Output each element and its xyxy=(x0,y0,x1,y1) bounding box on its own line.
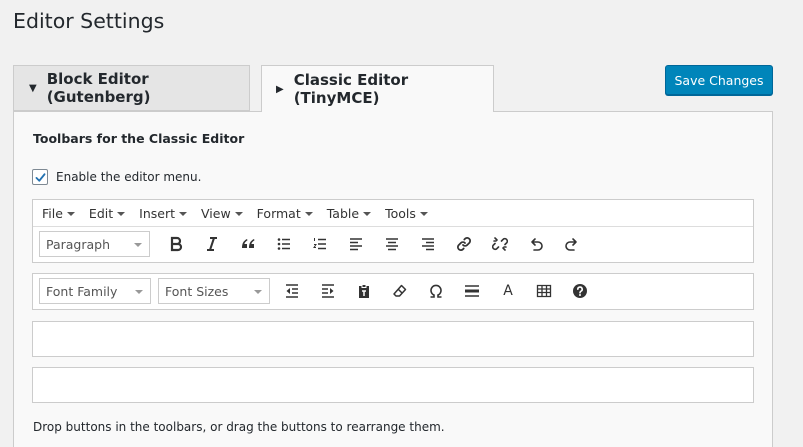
caret-down-icon: ▼ xyxy=(29,82,37,94)
tab-classic-editor[interactable]: ▶ Classic Editor (TinyMCE) xyxy=(261,65,494,112)
help-icon xyxy=(573,284,587,298)
toolbar-1: Paragraph xyxy=(39,231,590,257)
align-left-icon xyxy=(350,238,362,251)
menu-label: Tools xyxy=(385,206,416,221)
menu-view[interactable]: View xyxy=(201,206,243,221)
menu-insert[interactable]: Insert xyxy=(139,206,187,221)
caret-down-icon xyxy=(234,211,243,216)
paste-text-icon xyxy=(359,284,369,298)
help-button[interactable] xyxy=(562,278,598,304)
caret-down-icon xyxy=(419,211,428,216)
bullet-list-icon xyxy=(277,238,290,250)
undo-icon xyxy=(531,238,543,251)
caret-down-icon xyxy=(179,211,187,216)
align-center-icon xyxy=(386,238,398,251)
menu-label: View xyxy=(201,206,231,221)
horizontal-line-icon xyxy=(465,285,479,297)
menubar-toolbar1-box: File Edit Insert View Format Table Tools… xyxy=(32,199,754,263)
tab-label: Classic Editor (TinyMCE) xyxy=(293,71,409,107)
outdent-button[interactable] xyxy=(274,278,310,304)
align-left-button[interactable] xyxy=(338,231,374,257)
caret-down-icon xyxy=(254,290,262,294)
indent-button[interactable] xyxy=(310,278,346,304)
toolbar3-dropzone[interactable] xyxy=(32,321,754,357)
toolbar-2: Font Family Font Sizes A xyxy=(39,278,598,304)
caret-down-icon xyxy=(134,243,142,247)
redo-icon xyxy=(565,238,577,251)
menu-label: Edit xyxy=(88,206,114,221)
outdent-icon xyxy=(286,284,298,298)
select-value: Font Sizes xyxy=(165,283,229,299)
checkmark-icon xyxy=(35,172,45,182)
text-color-icon: A xyxy=(503,283,513,299)
divider xyxy=(33,226,753,227)
align-right-icon xyxy=(422,238,434,251)
link-button[interactable] xyxy=(446,231,482,257)
menu-format[interactable]: Format xyxy=(257,206,313,221)
caret-down-icon xyxy=(117,211,126,216)
menu-table[interactable]: Table xyxy=(326,206,372,221)
menu-label: Insert xyxy=(139,206,175,221)
menu-edit[interactable]: Edit xyxy=(88,206,126,221)
indent-icon xyxy=(322,284,334,298)
caret-down-icon xyxy=(304,211,313,216)
caret-right-icon: ▶ xyxy=(276,83,284,95)
menu-label: File xyxy=(42,206,63,221)
redo-button[interactable] xyxy=(554,231,590,257)
tab-block-editor[interactable]: ▼ Block Editor (Gutenberg) xyxy=(13,65,250,111)
blockquote-button[interactable] xyxy=(230,231,266,257)
toolbar2-box: Font Family Font Sizes A xyxy=(32,273,754,310)
italic-button[interactable] xyxy=(194,231,230,257)
blockquote-icon xyxy=(242,239,255,248)
tab-label: Block Editor (Gutenberg) xyxy=(46,70,151,106)
toolbar4-dropzone[interactable] xyxy=(32,367,754,403)
caret-down-icon xyxy=(66,211,75,216)
enable-menu-checkbox[interactable] xyxy=(32,169,48,185)
align-right-button[interactable] xyxy=(410,231,446,257)
enable-menu-label: Enable the editor menu. xyxy=(56,170,202,184)
caret-down-icon xyxy=(135,290,143,294)
page-title: Editor Settings xyxy=(13,9,165,33)
unlink-button[interactable] xyxy=(482,231,518,257)
text-color-button[interactable]: A xyxy=(490,278,526,304)
caret-down-icon xyxy=(363,211,372,216)
select-value: Paragraph xyxy=(46,236,111,252)
align-center-button[interactable] xyxy=(374,231,410,257)
table-button[interactable] xyxy=(526,278,562,304)
menu-tools[interactable]: Tools xyxy=(385,206,428,221)
bold-button[interactable] xyxy=(158,231,194,257)
numbered-list-button[interactable] xyxy=(302,231,338,257)
link-icon xyxy=(457,237,471,251)
paste-text-button[interactable] xyxy=(346,278,382,304)
bullet-list-button[interactable] xyxy=(266,231,302,257)
numbered-list-icon xyxy=(313,238,326,250)
bold-icon xyxy=(170,236,183,252)
font-family-select[interactable]: Font Family xyxy=(39,278,151,304)
help-text: Drop buttons in the toolbars, or drag th… xyxy=(33,420,445,434)
special-character-icon xyxy=(430,284,442,298)
table-icon xyxy=(536,284,552,298)
clear-formatting-icon xyxy=(393,284,407,297)
special-character-button[interactable] xyxy=(418,278,454,304)
menu-label: Format xyxy=(256,206,301,221)
italic-icon xyxy=(207,237,217,251)
editor-menubar: File Edit Insert View Format Table Tools xyxy=(42,206,428,221)
select-value: Font Family xyxy=(46,283,118,299)
section-title: Toolbars for the Classic Editor xyxy=(33,131,245,146)
paragraph-select[interactable]: Paragraph xyxy=(39,231,150,257)
menu-label: Table xyxy=(326,206,360,221)
unlink-icon xyxy=(492,237,508,251)
menu-file[interactable]: File xyxy=(42,206,75,221)
font-sizes-select[interactable]: Font Sizes xyxy=(158,278,270,304)
save-changes-button[interactable]: Save Changes xyxy=(665,65,773,95)
horizontal-line-button[interactable] xyxy=(454,278,490,304)
undo-button[interactable] xyxy=(518,231,554,257)
clear-formatting-button[interactable] xyxy=(382,278,418,304)
